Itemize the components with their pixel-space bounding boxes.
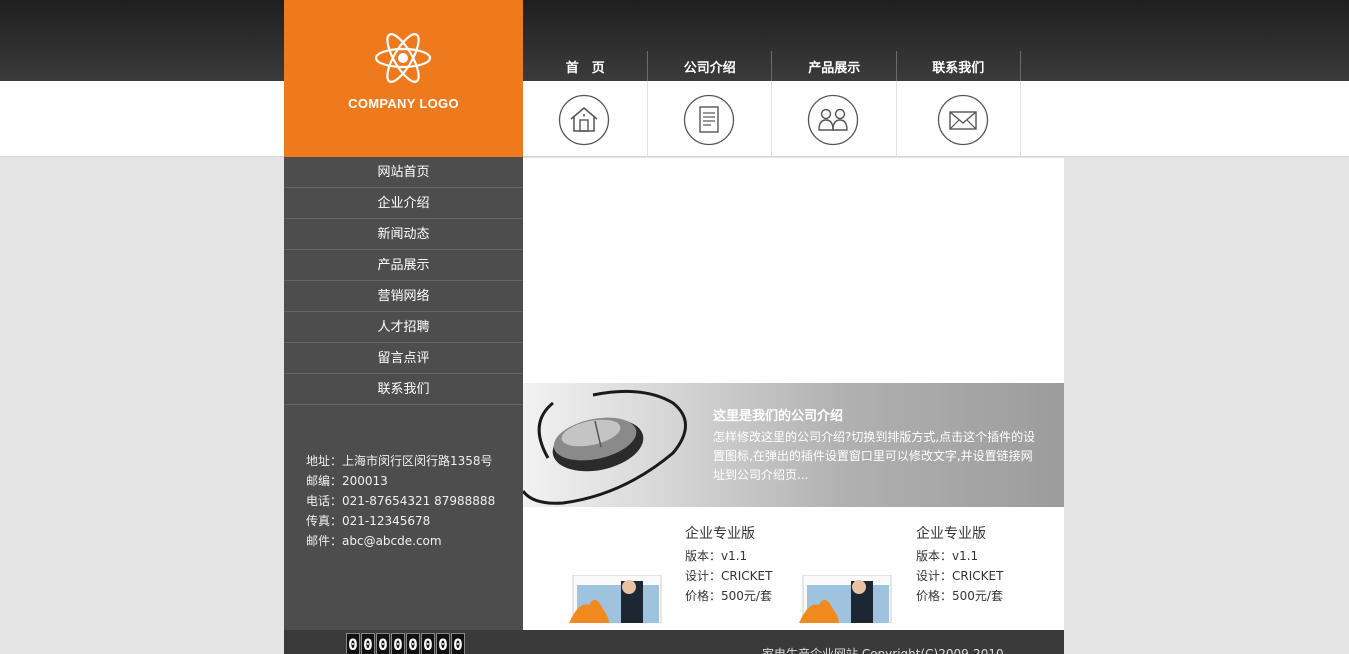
product-design: 设计：CRICKET [916, 569, 1004, 583]
visit-counter: 0 0 0 0 0 0 0 0 [346, 633, 465, 654]
mouse-image [523, 389, 687, 505]
company-intro[interactable]: 这里是我们的公司介绍 怎样修改这里的公司介绍?切换到排版方式,点击这个插件的设置… [523, 383, 1064, 507]
sidebar: 网站首页 企业介绍 新闻动态 产品展示 营销网络 人才招聘 留言点评 联系我们 … [284, 157, 523, 630]
sidebar-item-jobs[interactable]: 人才招聘 [284, 312, 523, 343]
counter-digit: 0 [451, 633, 465, 654]
contact-address: 地址：上海市闵行区闵行路1358号 [306, 454, 493, 468]
counter-digit: 0 [391, 633, 405, 654]
top-nav: 首 页 公司介绍 产品展示 联系我们 [523, 51, 1021, 157]
product-name[interactable]: 企业专业版 [685, 523, 755, 543]
nav-label: 首 页 [565, 61, 605, 76]
nav-label: 联系我们 [932, 61, 985, 76]
counter-digit: 0 [436, 633, 450, 654]
footer: 0 0 0 0 0 0 0 0 家电生产企业网站 Copyright(C)200… [284, 630, 1064, 654]
nav-item-home[interactable]: 首 页 [523, 51, 648, 157]
atom-logo-icon [374, 33, 432, 83]
nav-label: 公司介绍 [683, 61, 736, 76]
sidebar-item-home[interactable]: 网站首页 [284, 157, 523, 188]
mail-icon[interactable] [937, 94, 989, 146]
product-card[interactable]: 企业专业版 版本：v1.1 设计：CRICKET 价格：500元/套 [799, 507, 1059, 630]
contact-fax: 传真：021-12345678 [306, 514, 431, 528]
logo-text: COMPANY LOGO [348, 96, 459, 111]
nav-item-contact[interactable]: 联系我们 [897, 51, 1021, 157]
product-version: 版本：v1.1 [685, 549, 748, 563]
home-icon[interactable] [558, 94, 610, 146]
contact-email: 邮件：abc@abcde.com [306, 534, 442, 548]
counter-digit: 0 [361, 633, 375, 654]
contact-postcode: 邮编：200013 [306, 474, 388, 488]
counter-digit: 0 [406, 633, 420, 654]
nav-item-about[interactable]: 公司介绍 [648, 51, 772, 157]
sidebar-item-guestbook[interactable]: 留言点评 [284, 343, 523, 374]
contact-info: 地址：上海市闵行区闵行路1358号 邮编：200013 电话：021-87654… [306, 451, 495, 551]
sidebar-item-news[interactable]: 新闻动态 [284, 219, 523, 250]
document-icon[interactable] [683, 94, 735, 146]
product-price: 价格：500元/套 [916, 589, 1003, 603]
product-thumbnail[interactable] [569, 575, 665, 623]
product-card[interactable]: 企业专业版 版本：v1.1 设计：CRICKET 价格：500元/套 [523, 507, 783, 630]
counter-digit: 0 [376, 633, 390, 654]
counter-digit: 0 [346, 633, 360, 654]
intro-body: 怎样修改这里的公司介绍?切换到排版方式,点击这个插件的设置图标,在弹出的插件设置… [713, 430, 1036, 482]
product-version: 版本：v1.1 [916, 549, 979, 563]
banner-area [523, 158, 1064, 383]
sidebar-item-products[interactable]: 产品展示 [284, 250, 523, 281]
counter-digit: 0 [421, 633, 435, 654]
users-icon[interactable] [807, 94, 859, 146]
product-price: 价格：500元/套 [685, 589, 772, 603]
sidebar-item-company[interactable]: 企业介绍 [284, 188, 523, 219]
copyright-text: 家电生产企业网站 Copyright(C)2009-2010 [762, 647, 1004, 654]
contact-phone: 电话：021-87654321 87988888 [306, 494, 496, 508]
sidebar-item-contact[interactable]: 联系我们 [284, 374, 523, 405]
sidebar-item-marketing[interactable]: 营销网络 [284, 281, 523, 312]
intro-title: 这里是我们的公司介绍 [713, 409, 844, 424]
nav-label: 产品展示 [808, 61, 861, 76]
nav-item-products[interactable]: 产品展示 [772, 51, 897, 157]
product-design: 设计：CRICKET [685, 569, 773, 583]
product-thumbnail[interactable] [799, 575, 895, 623]
product-list: 企业专业版 版本：v1.1 设计：CRICKET 价格：500元/套 企业专业版… [523, 507, 1064, 630]
company-logo[interactable]: COMPANY LOGO [284, 0, 523, 157]
product-name[interactable]: 企业专业版 [916, 523, 986, 543]
